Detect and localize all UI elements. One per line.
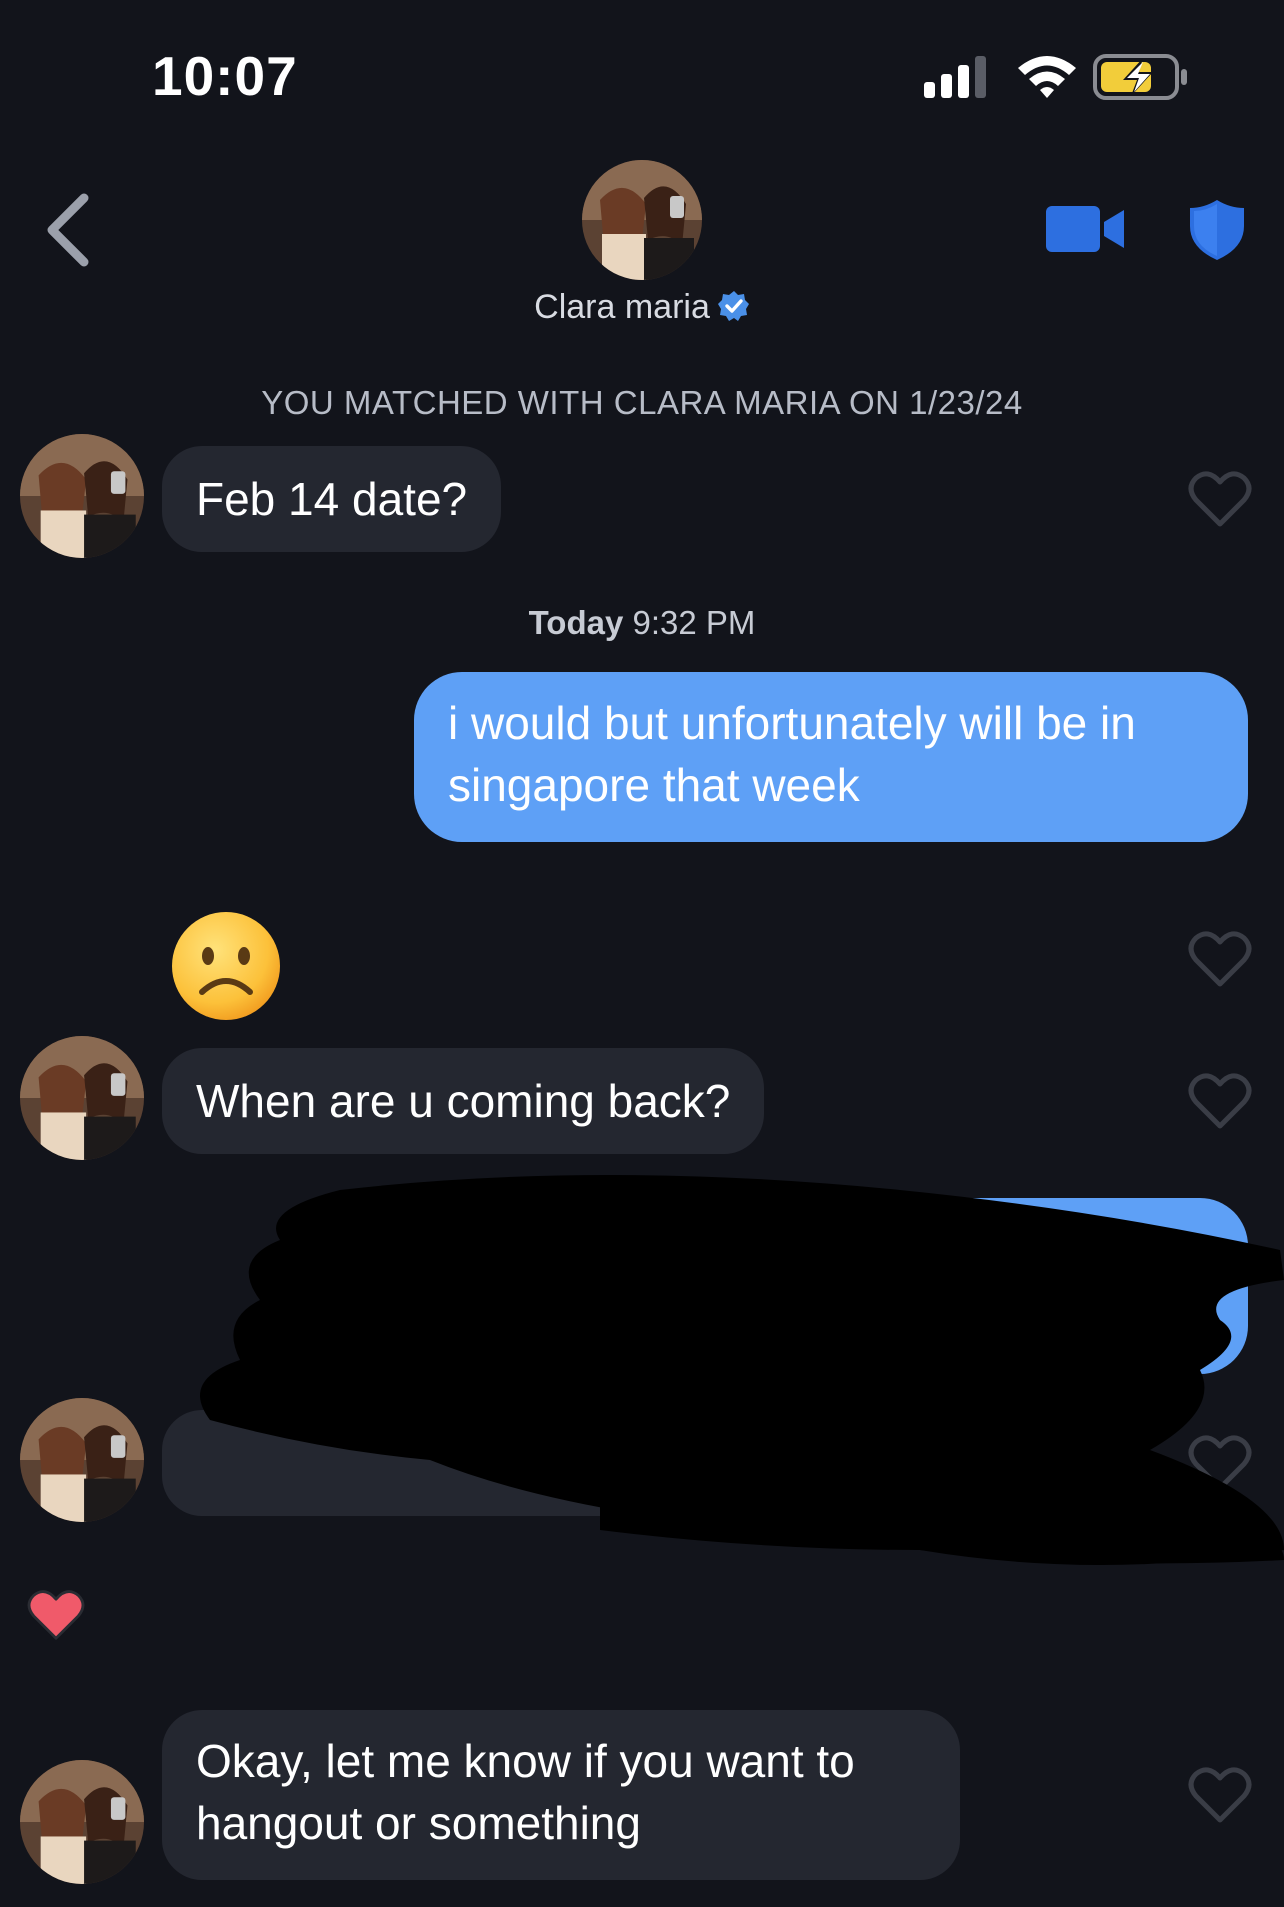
status-time: 10:07 xyxy=(152,45,298,107)
message-text: When are u coming back? xyxy=(196,1075,731,1127)
profile-photo xyxy=(20,1398,144,1522)
battery-charging-icon xyxy=(1093,54,1187,100)
profile-photo xyxy=(20,1760,144,1884)
profile-photo xyxy=(582,160,702,280)
video-call-icon[interactable] xyxy=(1046,204,1126,254)
message-bubble-incoming[interactable]: Feb 14 date? xyxy=(162,446,502,552)
contact-avatar[interactable] xyxy=(20,1398,144,1522)
like-heart-icon[interactable] xyxy=(1188,470,1252,528)
like-heart-icon[interactable] xyxy=(1188,1766,1252,1824)
cellular-signal-icon xyxy=(924,56,986,98)
safety-shield-icon[interactable] xyxy=(1190,200,1244,260)
match-banner: YOU MATCHED WITH CLARA MARIA ON 1/23/24 xyxy=(261,384,1023,421)
contact-avatar[interactable] xyxy=(20,434,144,558)
timestamp-day: Today xyxy=(528,604,624,641)
verified-badge-icon xyxy=(717,291,749,321)
like-heart-icon[interactable] xyxy=(1188,1072,1252,1130)
like-heart-icon[interactable] xyxy=(1188,930,1252,988)
frowning-face-emoji[interactable] xyxy=(170,910,282,1022)
message-bubble-incoming[interactable]: Okay, let me know if you want to hangout… xyxy=(162,1710,960,1880)
contact-avatar[interactable] xyxy=(20,1760,144,1884)
wifi-icon xyxy=(1018,56,1076,98)
contact-name: Clara maria xyxy=(534,288,710,326)
profile-photo xyxy=(20,1036,144,1160)
message-bubble-incoming[interactable]: When are u coming back? xyxy=(162,1048,765,1154)
message-text: Feb 14 date? xyxy=(196,473,468,525)
redaction-scribble xyxy=(200,1175,1284,1565)
header-avatar[interactable] xyxy=(582,160,702,280)
back-chevron-icon[interactable] xyxy=(40,190,96,270)
timestamp-time: 9:32 PM xyxy=(632,604,756,641)
profile-photo xyxy=(20,434,144,558)
contact-avatar[interactable] xyxy=(20,1036,144,1160)
message-bubble-outgoing[interactable]: i would but unfortunately will be in sin… xyxy=(414,672,1248,842)
message-timestamp: Today 9:32 PM xyxy=(0,604,1284,642)
contact-name-row[interactable]: Clara maria xyxy=(0,288,1284,327)
message-text: i would but unfortunately will be in sin… xyxy=(448,697,1136,811)
liked-heart-icon xyxy=(27,1590,85,1640)
message-text: Okay, let me know if you want to hangout… xyxy=(196,1735,855,1849)
